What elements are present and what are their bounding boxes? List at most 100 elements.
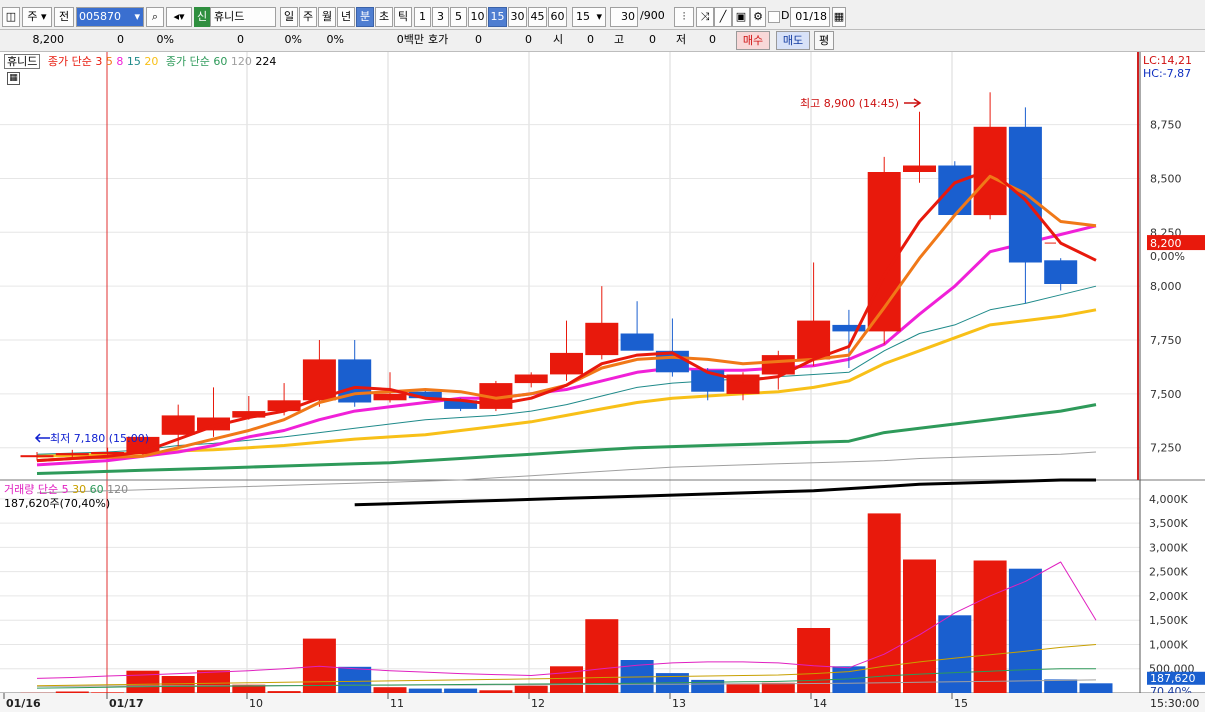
legend-ma5: 5 [106, 55, 113, 68]
volume-bar [1009, 569, 1042, 693]
calendar-icon[interactable]: ▦ [832, 7, 846, 27]
period-button[interactable]: 초 [375, 7, 393, 27]
legend-ma-long-label: 종가 단순 [166, 55, 210, 68]
crosshair-icon[interactable]: ⤨ [696, 7, 714, 27]
interval-button[interactable]: 15 [488, 7, 507, 27]
candle-body [56, 453, 89, 455]
draw-line-icon[interactable]: ╱ [714, 7, 732, 27]
volume-tick-label: 1,500K [1149, 614, 1188, 627]
interval-button[interactable]: 45 [528, 7, 547, 27]
interval-value: 15 [576, 10, 590, 23]
current-percent: 0,00% [1150, 250, 1185, 263]
legend-ma-short-label: 종가 단순 [48, 55, 92, 68]
volume-tick-label: 4,000K [1149, 493, 1188, 506]
candle-icon[interactable]: ⫶ [674, 7, 694, 27]
volume-bar [56, 692, 89, 694]
price-tick-label: 8,500 [1150, 172, 1182, 185]
volume-bar [197, 670, 230, 693]
table-icon[interactable]: ▦ [7, 72, 20, 85]
stock-code: 005870 [79, 10, 121, 23]
period-button[interactable]: 틱 [394, 7, 412, 27]
interval-select[interactable]: 15 ▾ [572, 7, 606, 27]
volume-value: 0 [200, 33, 244, 47]
current-price-tag-text: 8,200 [1150, 237, 1182, 250]
time-axis-right-label: 15:30:00 [1150, 697, 1199, 710]
volume-bar [338, 667, 371, 693]
chart-area[interactable]: 최고 8,900 (14:45)최저 7,180 (15:00)8,7508,5… [0, 52, 1205, 712]
interval-button[interactable]: 1 [414, 7, 431, 27]
volume-bar [444, 689, 477, 693]
volume-bar [268, 691, 301, 693]
stock-name-field[interactable]: 휴니드 [210, 7, 276, 27]
open-value: 0 [578, 33, 594, 47]
sound-icon[interactable]: ◂▾ [166, 7, 192, 27]
hoga-label: 호가 [428, 33, 452, 47]
date-input[interactable]: 01/18 [790, 7, 830, 27]
legend-vma120: 120 [107, 483, 128, 496]
period-button[interactable]: 일 [280, 7, 298, 27]
market-select[interactable]: 주 ▾ [22, 7, 52, 27]
time-label: 10 [249, 697, 263, 710]
legend-vma30: 30 [72, 483, 86, 496]
period-button[interactable]: 월 [318, 7, 336, 27]
period-button[interactable]: 주 [299, 7, 317, 27]
hc-label: HC:-7,87 [1143, 67, 1191, 80]
sell-button[interactable]: 매도 [776, 31, 810, 50]
interval-button[interactable]: 60 [548, 7, 567, 27]
interval-button[interactable]: 3 [432, 7, 449, 27]
checkbox-label: D [781, 9, 789, 22]
high-label: 고 [614, 33, 628, 47]
gear-icon[interactable]: ⚙ [750, 7, 766, 27]
price-change: 0 [84, 33, 124, 47]
time-label: 11 [390, 697, 404, 710]
chevron-down-icon: ▾ [134, 8, 140, 26]
eval-button[interactable]: 평 [814, 31, 834, 50]
layout-icon[interactable]: ◫ [2, 7, 20, 27]
price-tick-label: 8,000 [1150, 280, 1182, 293]
period-button[interactable]: 분 [356, 7, 374, 27]
candle-body [162, 415, 195, 434]
ratio-percent: 0% [306, 33, 344, 47]
chevron-down-icon: ▾ [596, 8, 602, 26]
buy-button[interactable]: 매수 [736, 31, 770, 50]
legend-stock-name[interactable]: 휴니드 [4, 54, 40, 69]
time-label: 15 [954, 697, 968, 710]
candle-body [621, 334, 654, 351]
volume-bar [374, 687, 407, 693]
interval-button[interactable]: 5 [450, 7, 467, 27]
time-label: 12 [531, 697, 545, 710]
interval-button[interactable]: 30 [508, 7, 527, 27]
save-icon[interactable]: ▣ [732, 7, 750, 27]
volume-bar [1044, 679, 1077, 693]
legend-ma8: 8 [116, 55, 123, 68]
volume-legend: 거래량 단순 5 30 60 120 [4, 483, 128, 496]
volume-bar [479, 690, 512, 693]
period-button[interactable]: 년 [337, 7, 355, 27]
legend-volume-ma-label: 단순 [38, 483, 58, 496]
candle-body [515, 375, 548, 384]
search-icon[interactable]: ⌕ [146, 7, 164, 27]
legend-ma120: 120 [231, 55, 252, 68]
candle-body [585, 323, 618, 355]
volume-bar [162, 676, 195, 693]
candle-body [903, 166, 936, 173]
time-label: 13 [672, 697, 686, 710]
volume-bar [550, 666, 583, 693]
price-tick-label: 7,500 [1150, 388, 1182, 401]
interval-button[interactable]: 10 [468, 7, 487, 27]
volume-percent: 0% [262, 33, 302, 47]
legend-vma5: 5 [62, 483, 69, 496]
hoga-value-2: 0 [510, 33, 532, 47]
new-badge: 신 [194, 7, 210, 27]
all-button[interactable]: 전 [54, 7, 74, 27]
count-total: /900 [640, 9, 665, 22]
volume-tick-label: 1,000K [1149, 638, 1188, 651]
count-input[interactable]: 30 [610, 7, 638, 27]
volume-tick-label: 3,500K [1149, 517, 1188, 530]
candlestick-chart[interactable]: 최고 8,900 (14:45)최저 7,180 (15:00)8,7508,5… [0, 52, 1205, 712]
candle-body [21, 455, 54, 457]
stock-code-input[interactable]: 005870 ▾ [76, 7, 144, 27]
quote-bar: 8,200 0 0% 0 0% 0% 0백만 호가 0 0 시 0 고 0 저 … [0, 30, 1205, 52]
price-tick-label: 8,750 [1150, 119, 1182, 132]
date-checkbox[interactable] [768, 11, 780, 23]
